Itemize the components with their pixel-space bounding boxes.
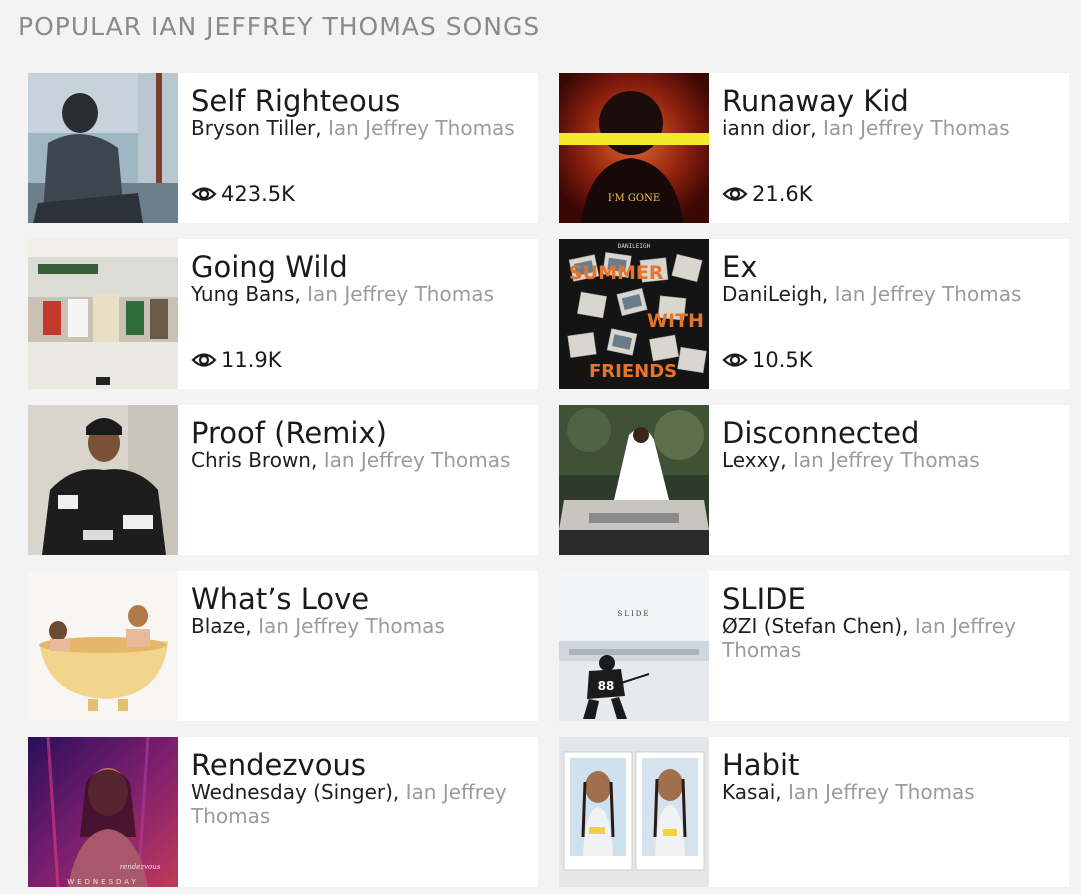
song-artists: DaniLeigh, Ian Jeffrey Thomas	[722, 282, 1057, 306]
cover-disconnected	[559, 405, 709, 555]
views-value: 10.5K	[752, 348, 813, 372]
song-card[interactable]: rendezvous WEDNESDAY Rendezvous Wednesda…	[28, 737, 538, 887]
primary-artist[interactable]: ØZI (Stefan Chen),	[722, 614, 908, 638]
cover-slide: SLIDE 88	[559, 571, 709, 721]
song-card[interactable]: SLIDE 88 SLIDE ØZI (Stefan Chen), Ian Je…	[559, 571, 1069, 721]
cover-whats-love	[28, 571, 178, 721]
cover-self-righteous	[28, 73, 178, 223]
song-artists: Yung Bans, Ian Jeffrey Thomas	[191, 282, 526, 306]
album-cover[interactable]	[559, 737, 709, 887]
song-artists: Chris Brown, Ian Jeffrey Thomas	[191, 448, 526, 472]
song-title[interactable]: What’s Love	[191, 581, 526, 617]
views-value: 21.6K	[752, 182, 813, 206]
cover-text: WITH	[647, 310, 704, 332]
eye-icon	[191, 187, 217, 201]
cover-runaway-kid: I'M GONE	[559, 73, 709, 223]
song-title[interactable]: Proof (Remix)	[191, 415, 526, 451]
view-count: 21.6K	[722, 182, 813, 206]
featured-artist[interactable]: Ian Jeffrey Thomas	[788, 780, 975, 804]
cover-text: SLIDE	[618, 610, 651, 618]
view-count: 423.5K	[191, 182, 295, 206]
featured-artist[interactable]: Ian Jeffrey Thomas	[328, 116, 515, 140]
view-count: 10.5K	[722, 348, 813, 372]
album-cover[interactable]: SLIDE 88	[559, 571, 709, 721]
song-artists: Lexxy, Ian Jeffrey Thomas	[722, 448, 1057, 472]
primary-artist[interactable]: Lexxy,	[722, 448, 787, 472]
section-title: POPULAR IAN JEFFREY THOMAS SONGS	[18, 12, 541, 41]
songs-grid: Self Righteous Bryson Tiller, Ian Jeffre…	[28, 73, 1069, 887]
song-title[interactable]: Rendezvous	[191, 747, 526, 783]
album-cover[interactable]	[28, 73, 178, 223]
song-card[interactable]: Disconnected Lexxy, Ian Jeffrey Thomas	[559, 405, 1069, 555]
featured-artist[interactable]: Ian Jeffrey Thomas	[823, 116, 1010, 140]
featured-artist[interactable]: Ian Jeffrey Thomas	[307, 282, 494, 306]
eye-icon	[722, 353, 748, 367]
cover-text: FRIENDS	[589, 361, 677, 382]
primary-artist[interactable]: Yung Bans,	[191, 282, 301, 306]
song-title[interactable]: Disconnected	[722, 415, 1057, 451]
album-cover[interactable]	[559, 405, 709, 555]
song-title[interactable]: Habit	[722, 747, 1057, 783]
album-cover[interactable]: rendezvous WEDNESDAY	[28, 737, 178, 887]
song-card[interactable]: What’s Love Blaze, Ian Jeffrey Thomas	[28, 571, 538, 721]
album-cover[interactable]	[28, 239, 178, 389]
song-title[interactable]: Runaway Kid	[722, 83, 1057, 119]
cover-text: I'M GONE	[608, 193, 660, 204]
cover-artist-text: WEDNESDAY	[67, 878, 139, 886]
song-title[interactable]: Ex	[722, 249, 1057, 285]
cover-proof-remix	[28, 405, 178, 555]
song-title[interactable]: Going Wild	[191, 249, 526, 285]
primary-artist[interactable]: iann dior,	[722, 116, 817, 140]
primary-artist[interactable]: Blaze,	[191, 614, 252, 638]
cover-ex: DANILEIGH SUMMER WITH FRIENDS	[559, 239, 709, 389]
song-title[interactable]: Self Righteous	[191, 83, 526, 119]
song-card[interactable]: DANILEIGH SUMMER WITH FRIENDS Ex DaniLei…	[559, 239, 1069, 389]
album-cover[interactable]: DANILEIGH SUMMER WITH FRIENDS	[559, 239, 709, 389]
primary-artist[interactable]: Kasai,	[722, 780, 782, 804]
featured-artist[interactable]: Ian Jeffrey Thomas	[324, 448, 511, 472]
song-card[interactable]: Self Righteous Bryson Tiller, Ian Jeffre…	[28, 73, 538, 223]
song-card[interactable]: Going Wild Yung Bans, Ian Jeffrey Thomas…	[28, 239, 538, 389]
song-artists: Blaze, Ian Jeffrey Thomas	[191, 614, 526, 638]
album-cover[interactable]	[28, 405, 178, 555]
featured-artist[interactable]: Ian Jeffrey Thomas	[793, 448, 980, 472]
views-value: 11.9K	[221, 348, 282, 372]
album-cover[interactable]: I'M GONE	[559, 73, 709, 223]
eye-icon	[722, 187, 748, 201]
song-artists: ØZI (Stefan Chen), Ian Jeffrey Thomas	[722, 614, 1057, 662]
album-cover[interactable]	[28, 571, 178, 721]
primary-artist[interactable]: DaniLeigh,	[722, 282, 828, 306]
featured-artist[interactable]: Ian Jeffrey Thomas	[258, 614, 445, 638]
cover-text: rendezvous	[120, 863, 161, 871]
song-card[interactable]: I'M GONE Runaway Kid iann dior, Ian Jeff…	[559, 73, 1069, 223]
jersey-text: 88	[598, 679, 615, 693]
song-artists: iann dior, Ian Jeffrey Thomas	[722, 116, 1057, 140]
cover-text: SUMMER	[569, 262, 664, 284]
cover-rendezvous: rendezvous WEDNESDAY	[28, 737, 178, 887]
primary-artist[interactable]: Wednesday (Singer),	[191, 780, 399, 804]
song-card[interactable]: Proof (Remix) Chris Brown, Ian Jeffrey T…	[28, 405, 538, 555]
featured-artist[interactable]: Ian Jeffrey Thomas	[835, 282, 1022, 306]
primary-artist[interactable]: Chris Brown,	[191, 448, 317, 472]
cover-going-wild	[28, 239, 178, 389]
song-artists: Wednesday (Singer), Ian Jeffrey Thomas	[191, 780, 526, 828]
cover-artist-text: DANILEIGH	[618, 243, 651, 250]
song-artists: Kasai, Ian Jeffrey Thomas	[722, 780, 1057, 804]
song-artists: Bryson Tiller, Ian Jeffrey Thomas	[191, 116, 526, 140]
song-card[interactable]: Habit Kasai, Ian Jeffrey Thomas	[559, 737, 1069, 887]
eye-icon	[191, 353, 217, 367]
views-value: 423.5K	[221, 182, 295, 206]
cover-habit	[559, 737, 709, 887]
primary-artist[interactable]: Bryson Tiller,	[191, 116, 322, 140]
view-count: 11.9K	[191, 348, 282, 372]
song-title[interactable]: SLIDE	[722, 581, 1057, 617]
